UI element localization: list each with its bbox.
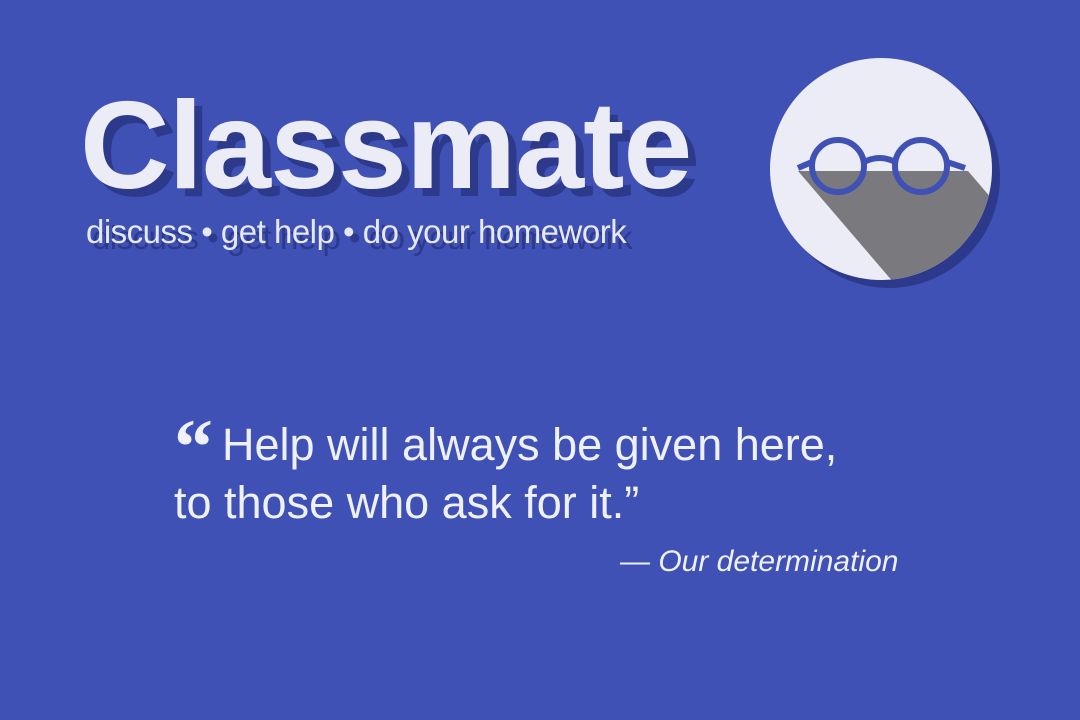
quote-attribution: — Our determination xyxy=(620,545,899,578)
logo-badge xyxy=(770,58,1002,290)
quote-line-2: to those who ask for it.” xyxy=(174,477,640,528)
quote-block: “ Help will always be given here, to tho… xyxy=(174,408,934,532)
brand-tagline: discuss • get help • do your homework xyxy=(86,213,627,250)
quote-line-1: Help will always be given here, xyxy=(222,419,838,470)
glasses-icon xyxy=(770,58,1000,288)
brand-title: Classmate xyxy=(80,77,692,215)
open-quote-mark: “ xyxy=(174,403,213,490)
